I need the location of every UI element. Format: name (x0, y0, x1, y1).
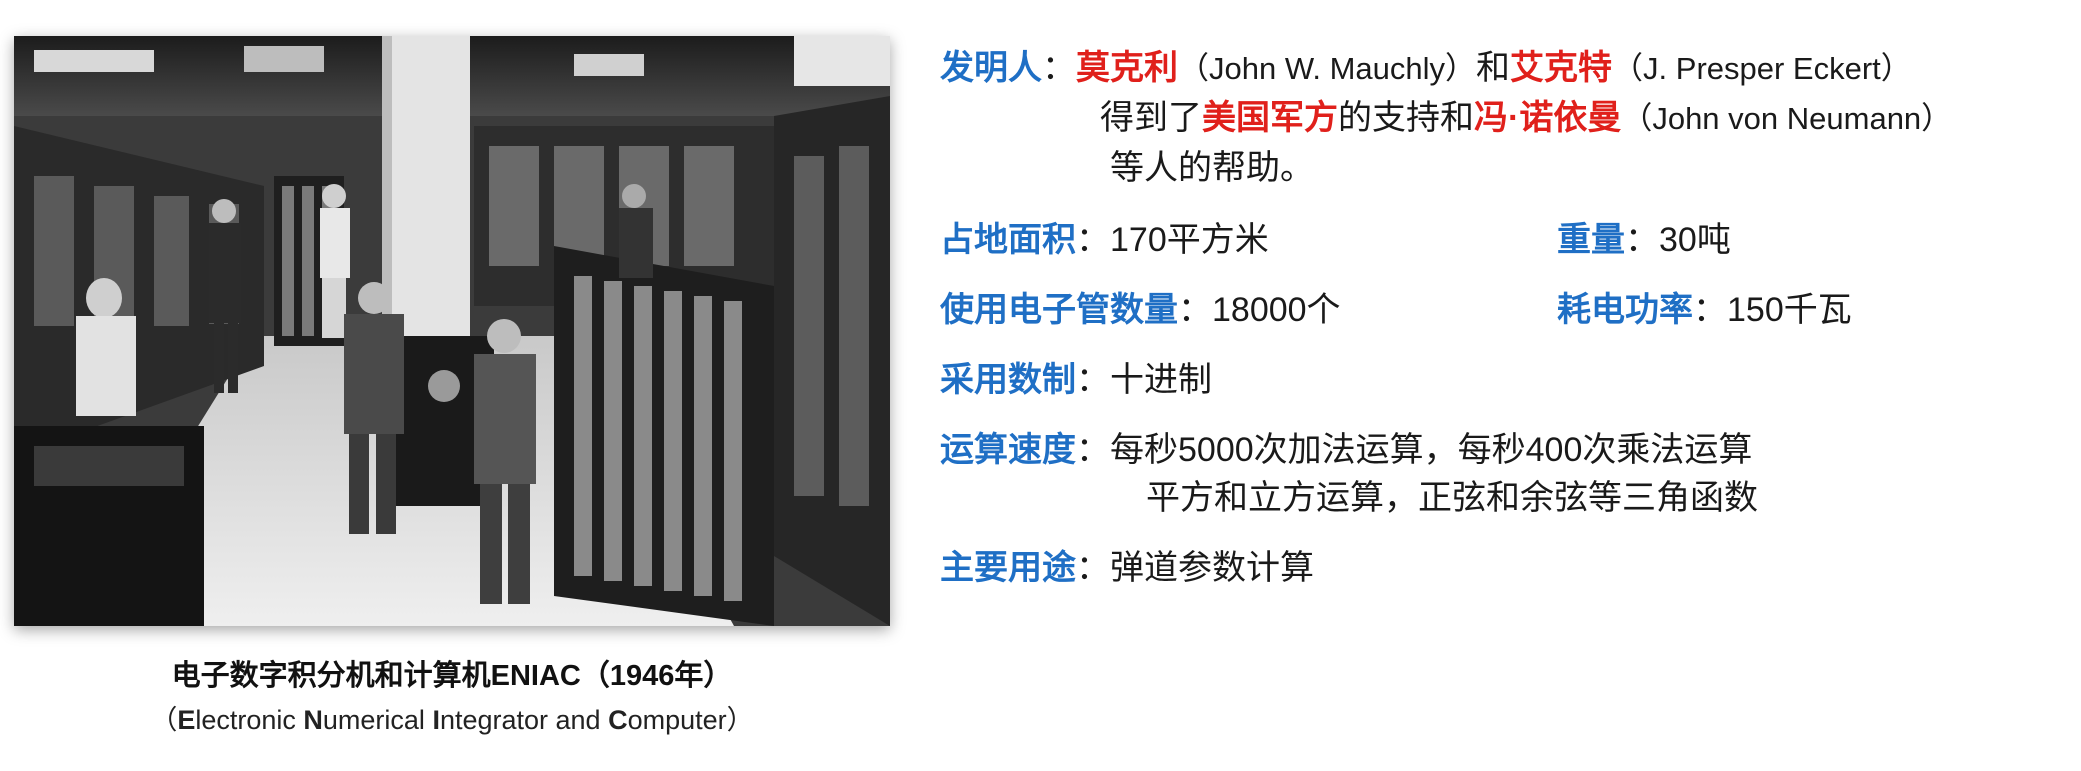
inventor-name-eckert-en: （J. Presper Eckert） (1612, 51, 1912, 86)
numeral-row: 采用数制：十进制 (940, 360, 1212, 400)
photo-caption-title: 电子数字积分机和计算机ENIAC（1946年） (171, 660, 733, 692)
eniac-photo (14, 36, 890, 626)
power-colon: ： (1693, 291, 1727, 329)
inventor-name-neumann: 冯·诺依曼 (1474, 99, 1622, 137)
tubes-colon: ： (1178, 291, 1212, 329)
caption-paren-open: （ (150, 705, 178, 735)
inventor-support-military: 美国军方 (1202, 99, 1338, 137)
power-value: 150千瓦 (1727, 291, 1852, 329)
speed-line-2: 平方和立方运算，正弦和余弦等三角函数 (1146, 479, 1758, 517)
power-label: 耗电功率 (1557, 291, 1693, 329)
caption-word-2: umerical (322, 705, 433, 735)
usage-value: 弹道参数计算 (1110, 549, 1314, 587)
inventor-line-2: 得到了美国军方的支持和冯·诺依曼（John von Neumann） (1100, 98, 1952, 139)
speed-colon: ： (1076, 431, 1110, 469)
photo-caption-subtitle: （Electronic Numerical Integrator and Com… (14, 698, 890, 737)
inventor-line2-mid: 的支持和 (1338, 99, 1474, 137)
caption-word-1: lectronic (195, 705, 304, 735)
caption-word-4: omputer） (627, 705, 754, 735)
inventor-name-eckert: 艾克特 (1510, 49, 1613, 87)
usage-row: 主要用途：弹道参数计算 (940, 548, 1314, 588)
numeral-value: 十进制 (1110, 361, 1212, 399)
weight-value: 30吨 (1659, 221, 1731, 259)
speed-line-1: 每秒5000次加法运算，每秒400次乘法运算 (1110, 431, 1753, 469)
area-colon: ： (1076, 221, 1110, 259)
power-row: 耗电功率：150千瓦 (1557, 290, 1852, 330)
area-value: 170平方米 (1110, 221, 1269, 259)
usage-label: 主要用途 (940, 549, 1076, 587)
caption-initial-c: C (608, 705, 628, 735)
weight-row: 重量：30吨 (1557, 220, 1731, 260)
area-row: 占地面积：170平方米 (940, 220, 1269, 260)
area-label: 占地面积 (940, 221, 1076, 259)
speed-label: 运算速度 (940, 431, 1076, 469)
usage-colon: ： (1076, 549, 1110, 587)
caption-initial-n: N (303, 705, 323, 735)
weight-colon: ： (1625, 221, 1659, 259)
inventor-label: 发明人 (940, 49, 1042, 87)
tubes-value: 18000个 (1212, 291, 1341, 329)
eniac-photo-drawing (14, 36, 890, 626)
caption-initial-e: E (177, 705, 196, 735)
numeral-colon: ： (1076, 361, 1110, 399)
inventor-and: 和 (1476, 49, 1511, 87)
inventor-name-neumann-en: （John von Neumann） (1621, 101, 1953, 136)
weight-label: 重量 (1557, 221, 1625, 259)
inventor-name-mauchly-en: （John W. Mauchly） (1178, 51, 1477, 86)
caption-initial-i: I (432, 705, 440, 735)
tubes-label: 使用电子管数量 (940, 291, 1178, 329)
speed-row: 运算速度：每秒5000次加法运算，每秒400次乘法运算 (940, 430, 1752, 470)
caption-word-3: ntegrator and (439, 705, 609, 735)
inventor-name-mauchly: 莫克利 (1076, 49, 1178, 87)
inventor-colon: ： (1042, 49, 1076, 87)
inventor-line2-prefix: 得到了 (1100, 99, 1202, 137)
inventor-line-1: 发明人：莫克利（John W. Mauchly）和艾克特（J. Presper … (940, 48, 1912, 89)
tubes-row: 使用电子管数量：18000个 (940, 290, 1341, 330)
numeral-label: 采用数制 (940, 361, 1076, 399)
inventor-line-3: 等人的帮助。 (1110, 149, 1314, 187)
